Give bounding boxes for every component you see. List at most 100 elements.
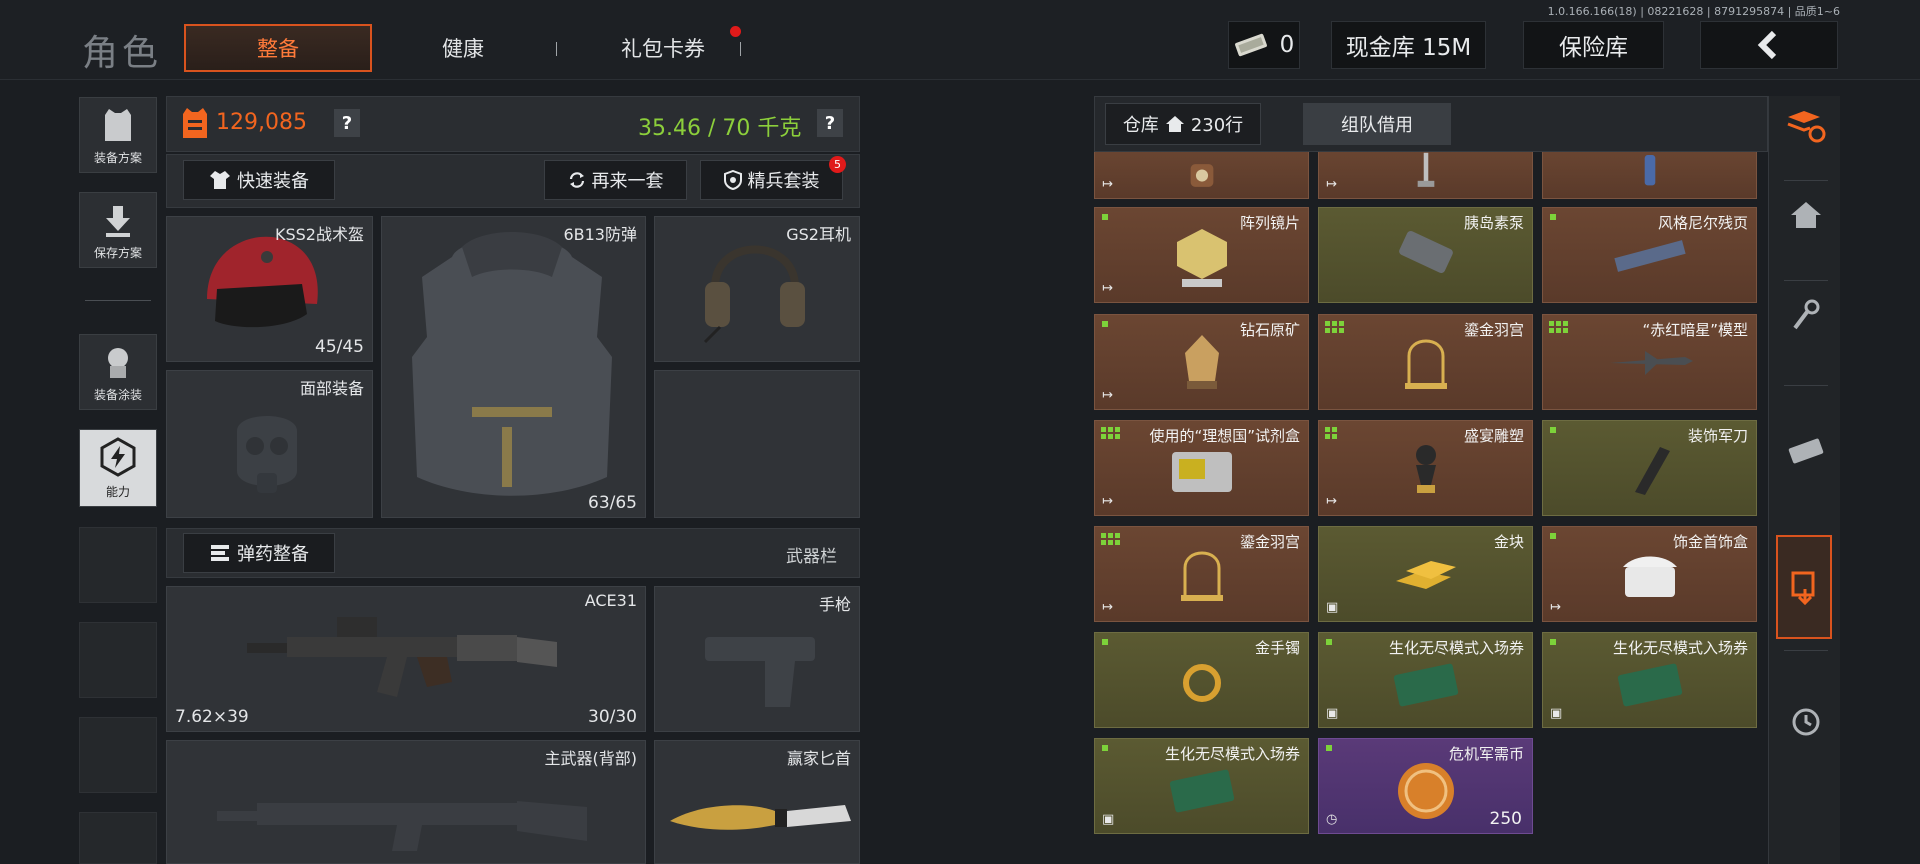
item-name: 生化无尽模式入场券 [1612,639,1748,657]
inventory-item[interactable]: 饰金首饰盒 ↦ [1542,526,1757,622]
knife-slot[interactable]: 赢家匕首 [654,740,860,864]
helmet-slot[interactable]: KSS2战术盔 45/45 [166,216,373,362]
insurance-vault-button[interactable]: 保险库 [1523,21,1664,69]
inventory-item[interactable]: 装饰军刀 [1542,420,1757,516]
clock-icon [1792,708,1820,736]
currency-display[interactable]: 0 [1228,21,1300,69]
rarity-marker [1102,214,1108,220]
tab-gift-coupons[interactable]: 礼包卡券 [576,24,750,72]
tab-vault[interactable]: 仓库 230行 [1105,103,1261,145]
armor-durability: 63/65 [588,493,637,513]
inventory-item[interactable]: 危机军需币 ◷ 250 [1318,738,1533,834]
size-marker [1101,427,1120,439]
headset-slot[interactable]: GS2耳机 [654,216,860,362]
re-equip-button[interactable]: 再来一套 [544,160,687,200]
inventory-item[interactable]: ↦ [1318,152,1533,199]
home-icon [1791,202,1821,228]
box-icon: ▣ [1326,706,1339,721]
history-button[interactable] [1776,692,1836,752]
cash-button[interactable] [1776,420,1836,480]
tab-health[interactable]: 健康 [380,24,546,72]
exit-icon: ↦ [1102,177,1113,192]
cage-icon [1180,551,1223,601]
primary-weapon-slot[interactable]: ACE31 7.62×39 30/30 [166,586,646,732]
size-marker [1325,321,1344,333]
key-button[interactable] [1776,285,1836,345]
key-icon [1793,299,1820,330]
pistol-slot[interactable]: 手枪 [654,586,860,732]
back-button[interactable] [1700,21,1838,69]
inventory-item[interactable] [1542,152,1757,199]
empty-gear-slot[interactable] [654,370,860,518]
armor-value-icon [183,108,207,138]
item-name: 危机军需币 [1448,745,1524,763]
bottle-icon [1644,154,1655,185]
inventory-item[interactable]: 金块 ▣ [1318,526,1533,622]
help-button[interactable]: ? [334,109,360,137]
elite-set-label: 精兵套装 [747,171,820,192]
inventory-item[interactable]: 金手镯 [1094,632,1309,728]
sidebar-divider [1784,180,1828,181]
item-name: 风格尼尔残页 [1657,214,1748,232]
elite-set-button[interactable]: 精兵套装 [700,160,843,200]
sidebar-divider [1784,280,1828,281]
sidebar-divider [1784,650,1828,651]
weight-help-button[interactable]: ? [817,109,843,137]
loadout-value: 129,085 [216,110,307,135]
rarity-marker [1550,639,1556,645]
jet-icon [1609,350,1693,375]
face-slot[interactable]: 面部装备 [166,370,373,518]
inventory-item[interactable]: “赤红暗星”模型 [1542,314,1757,410]
rarity-marker [1326,639,1332,645]
inventory-item[interactable]: 风格尼尔残页 [1542,207,1757,303]
rifle-icon [247,617,557,697]
inventory-item[interactable]: 鎏金羽宫 [1318,314,1533,410]
item-name: 盛宴雕塑 [1463,427,1524,445]
cash-vault-button[interactable]: 现金库 15M [1331,21,1486,69]
box-icon: ▣ [1550,706,1563,721]
home-icon [1165,116,1184,132]
item-name: 装饰军刀 [1687,427,1748,445]
inventory-item[interactable]: 生化无尽模式入场券 ▣ [1542,632,1757,728]
back-weapon-slot[interactable]: 主武器(背部) [166,740,646,864]
inventory-item[interactable]: 使用的“理想国”试剂盒 ↦ [1094,420,1309,516]
weapon-section-label: 武器栏 [786,547,837,567]
layers-refresh-button[interactable] [1776,96,1836,156]
item-name: 生化无尽模式入场券 [1164,745,1300,763]
ability-icon [100,437,136,477]
vault-label: 仓库 [1122,115,1159,136]
inventory-item[interactable]: 生化无尽模式入场券 ▣ [1318,632,1533,728]
size-marker [1325,427,1337,439]
re-equip-label: 再来一套 [591,171,664,192]
tab-team-borrow[interactable]: 组队借用 [1303,103,1451,145]
ammo-refit-button[interactable]: 弹药整备 [183,533,335,573]
ore-icon [1184,334,1219,389]
nav-save-plan[interactable]: 保存方案 [79,192,157,268]
rarity-marker [1550,427,1556,433]
nav-loadout-plans[interactable]: 装备方案 [79,97,157,173]
nav-skins[interactable]: 装备涂装 [79,334,157,410]
inventory-item[interactable]: 钻石原矿 ↦ [1094,314,1309,410]
item-name: 鎏金羽宫 [1239,533,1300,551]
home-button[interactable] [1776,185,1836,245]
armor-slot[interactable]: 6B13防弹 63/65 [381,216,646,518]
inventory-item[interactable]: 胰岛素泵 [1318,207,1533,303]
transfer-button[interactable] [1776,535,1832,639]
magazine-count: 30/30 [588,707,637,727]
item-name: 钻石原矿 [1239,321,1300,339]
caliber-label: 7.62×39 [175,707,249,727]
nav-ability[interactable]: 能力 [79,429,157,507]
inventory-item[interactable]: 鎏金羽宫 ↦ [1094,526,1309,622]
pistol-icon [705,637,815,707]
inventory-item[interactable]: 生化无尽模式入场券 ▣ [1094,738,1309,834]
size-marker [1101,533,1120,545]
skin-icon [108,348,128,378]
inventory-item[interactable]: 阵列镜片 ↦ [1094,207,1309,303]
inventory-item[interactable]: 盛宴雕塑 ↦ [1318,420,1533,516]
quick-equip-button[interactable]: 快速装备 [183,160,335,200]
clock-icon: ◷ [1326,812,1338,827]
tab-equip[interactable]: 整备 [184,24,372,72]
inventory-grid: ↦ ↦ 阵列镜片 ↦ 胰岛素泵 风格尼尔残页 钻石原矿 ↦ 鎏金羽宫 “赤红暗星”模型 使用的“理想… [1094,152,1768,864]
inventory-item[interactable]: ↦ [1094,152,1309,199]
layers-refresh-icon [1787,111,1826,143]
